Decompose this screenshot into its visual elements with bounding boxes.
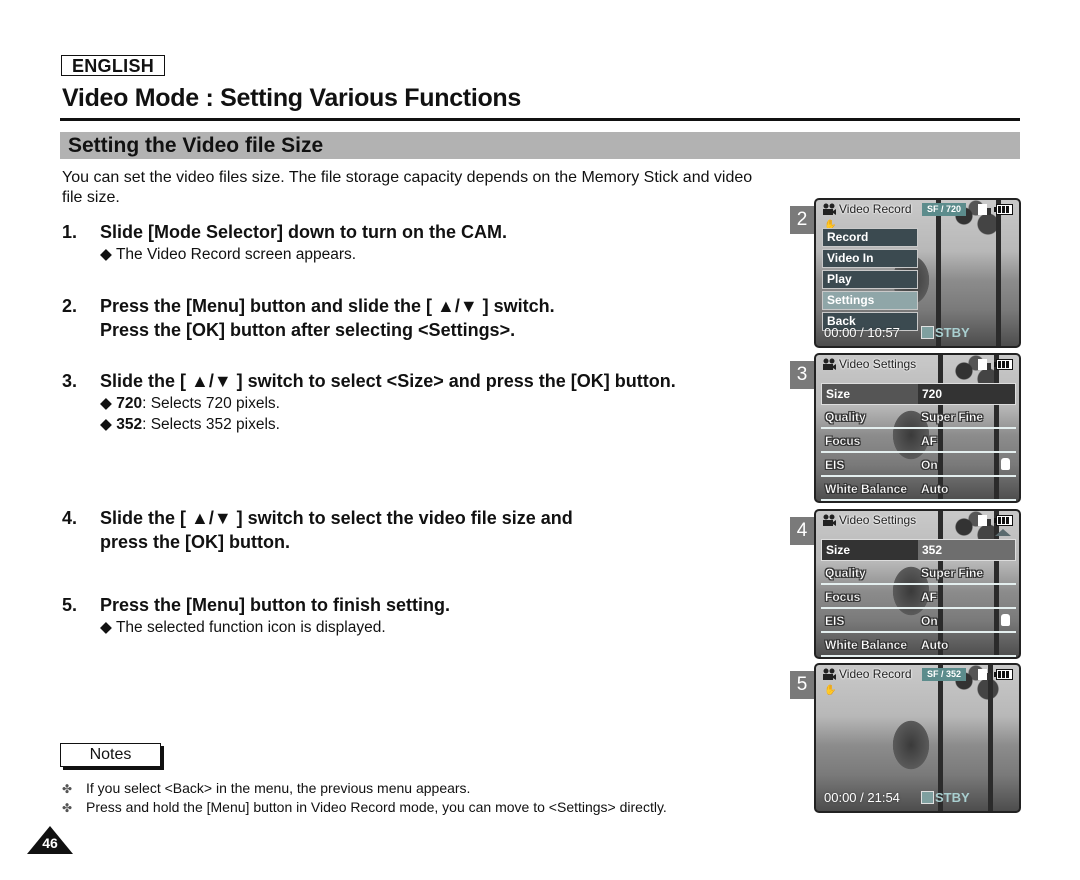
section-header: Setting the Video file Size <box>60 132 1020 159</box>
step-text: Slide the [ ▲/▼ ] switch to select the v… <box>100 508 573 528</box>
battery-icon <box>994 515 1013 526</box>
memory-stick-icon <box>978 669 991 680</box>
video-camera-icon <box>823 203 836 215</box>
step-3-option-352: ◆ 352: Selects 352 pixels. <box>100 416 280 433</box>
battery-icon <box>994 204 1013 215</box>
osd-mode-title: Video Record <box>839 202 912 216</box>
screen-step-badge: 4 <box>790 517 814 545</box>
menu-item-play[interactable]: Play <box>822 270 918 289</box>
diamond-bullet-icon: ◆ <box>100 246 112 263</box>
setting-row-white-balance[interactable]: White Balance Auto <box>821 635 1016 657</box>
step-number: 3. <box>62 371 78 391</box>
step-number: 2. <box>62 296 78 316</box>
screenshot-step-4: 4 Video Settings Size 352 Quality Super Fi… <box>790 509 1022 661</box>
step-5-note: ◆ The selected function icon is displaye… <box>100 619 386 636</box>
step-text: press the [OK] button. <box>100 532 290 552</box>
step-3-option-720: ◆ 720: Selects 720 pixels. <box>100 395 280 412</box>
setting-row-quality[interactable]: Quality Super Fine <box>821 563 1016 585</box>
battery-icon <box>994 359 1013 370</box>
menu-item-video-in[interactable]: Video In <box>822 249 918 268</box>
notes-label: Notes <box>60 743 161 767</box>
osd-mode-title: Video Record <box>839 667 912 681</box>
setting-row-quality[interactable]: Quality Super Fine <box>821 407 1016 429</box>
clover-bullet-icon: ✤ <box>62 801 73 815</box>
eis-hand-icon <box>1001 614 1010 626</box>
language-badge: ENGLISH <box>61 55 165 76</box>
step-text: Press the [OK] button after selecting <S… <box>100 320 516 340</box>
osd-mode-title: Video Settings <box>839 513 917 527</box>
memory-stick-icon <box>978 515 991 526</box>
setting-row-eis[interactable]: EIS On <box>821 455 1016 477</box>
main-menu: Record Video In Play Settings Back <box>822 228 918 333</box>
step-text: Slide [Mode Selector] down to turn on th… <box>100 222 507 242</box>
quality-size-tag: SF / 352 <box>922 668 967 681</box>
eis-hand-icon <box>1001 458 1010 470</box>
screenshot-step-3: 3 Video Settings Size 720 Quality Super Fi… <box>790 353 1022 505</box>
step-text: Press the [Menu] button to finish settin… <box>100 595 450 615</box>
memory-stick-icon <box>978 204 991 215</box>
settings-menu: Size 352 Quality Super Fine Focus AF EIS On … <box>821 539 1016 657</box>
diamond-bullet-icon: ◆ <box>100 395 112 412</box>
settings-menu: Size 720 Quality Super Fine Focus AF EIS On … <box>821 383 1016 501</box>
diamond-bullet-icon: ◆ <box>100 619 112 636</box>
setting-row-eis[interactable]: EIS On <box>821 611 1016 633</box>
screen-step-badge: 3 <box>790 361 814 389</box>
battery-icon <box>994 669 1013 680</box>
camcorder-lcd: Video Settings Size 352 Quality Super Fine… <box>814 509 1021 659</box>
camcorder-lcd: Video Record SF / 720 ✋ Record Video In … <box>814 198 1021 348</box>
menu-item-record[interactable]: Record <box>822 228 918 247</box>
video-camera-icon <box>823 514 836 526</box>
step-text: Press the [Menu] button and slide the [ … <box>100 296 555 316</box>
scroll-up-arrow-icon[interactable] <box>995 529 1011 536</box>
recording-time: 00:00 / 21:54 <box>824 790 900 805</box>
page-number: 46 <box>27 826 73 854</box>
step-number: 4. <box>62 508 78 528</box>
video-camera-icon <box>823 668 836 680</box>
video-camera-icon <box>823 358 836 370</box>
step-number: 1. <box>62 222 78 242</box>
screen-step-badge: 2 <box>790 206 814 234</box>
note-item: ✤ If you select <Back> in the menu, the p… <box>62 780 471 796</box>
title-divider <box>60 118 1020 121</box>
recording-time: 00:00 / 10:57 <box>824 325 900 340</box>
camcorder-lcd: Video Record SF / 352 ✋ 00:00 / 21:54 ST… <box>814 663 1021 813</box>
step-1-note: ◆ The Video Record screen appears. <box>100 246 357 263</box>
setting-row-white-balance[interactable]: White Balance Auto <box>821 479 1016 501</box>
memory-stick-icon <box>978 359 991 370</box>
menu-item-settings[interactable]: Settings <box>822 291 918 310</box>
quality-size-tag: SF / 720 <box>922 203 967 216</box>
clover-bullet-icon: ✤ <box>62 782 73 796</box>
screen-step-badge: 5 <box>790 671 814 699</box>
screenshot-step-5: 5 Video Record SF / 352 ✋ 00:00 / 21:54 … <box>790 663 1022 815</box>
standby-icon <box>921 326 934 339</box>
setting-row-focus[interactable]: Focus AF <box>821 587 1016 609</box>
camcorder-lcd: Video Settings Size 720 Quality Super Fine… <box>814 353 1021 503</box>
note-item: ✤ Press and hold the [Menu] button in Vid… <box>62 799 667 815</box>
standby-icon <box>921 791 934 804</box>
step-text: Slide the [ ▲/▼ ] switch to select <Size… <box>100 371 676 391</box>
intro-paragraph: You can set the video files size. The fi… <box>62 169 753 206</box>
setting-row-focus[interactable]: Focus AF <box>821 431 1016 453</box>
screenshot-step-2: 2 Video Record SF / 720 ✋ Record Video I… <box>790 198 1022 350</box>
setting-row-size[interactable]: Size 720 <box>821 383 1016 405</box>
diamond-bullet-icon: ◆ <box>100 416 112 433</box>
eis-hand-icon: ✋ <box>824 685 837 696</box>
page-title: Video Mode : Setting Various Functions <box>62 84 522 112</box>
osd-mode-title: Video Settings <box>839 357 917 371</box>
section-title: Setting the Video file Size <box>68 134 324 157</box>
step-number: 5. <box>62 595 78 615</box>
setting-row-size[interactable]: Size 352 <box>821 539 1016 561</box>
